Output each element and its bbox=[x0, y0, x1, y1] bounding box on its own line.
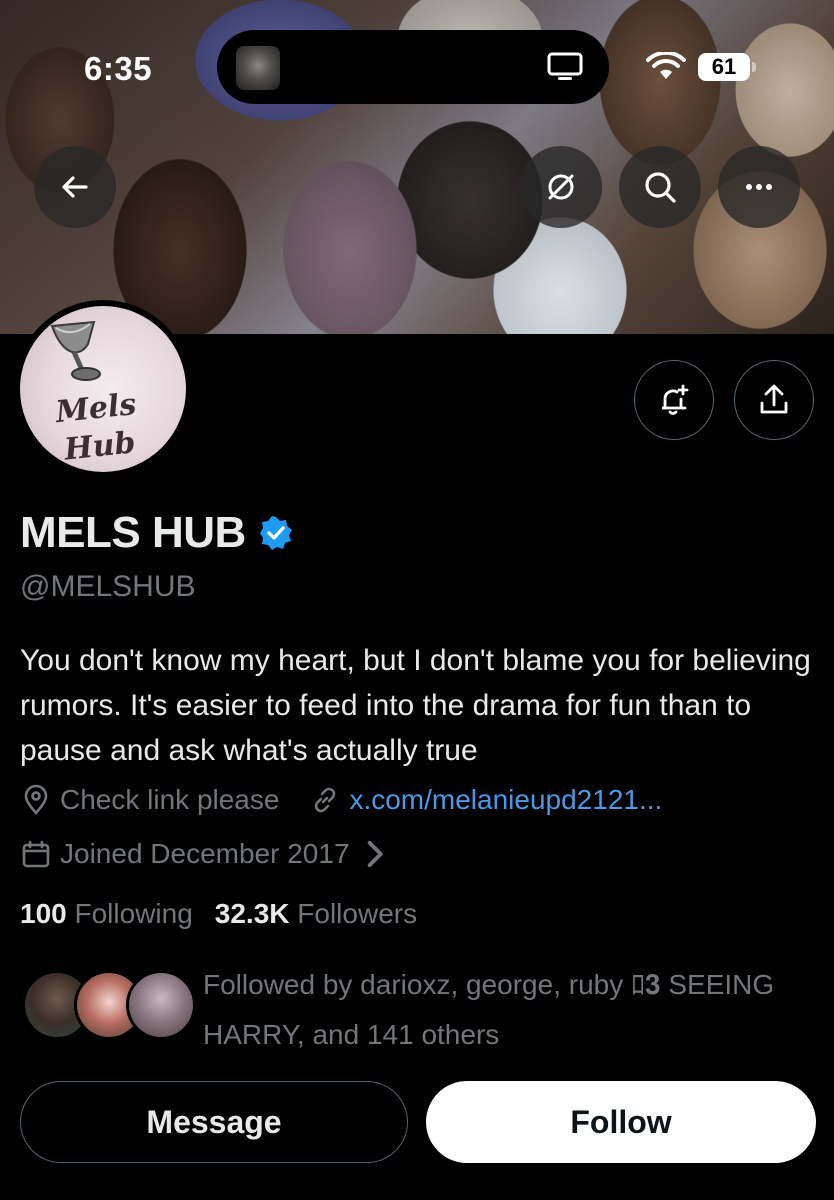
share-button[interactable] bbox=[734, 360, 814, 440]
follow-button[interactable]: Follow bbox=[426, 1081, 816, 1163]
grok-button[interactable] bbox=[520, 146, 602, 228]
profile-name-row: MELS HUB bbox=[20, 508, 294, 558]
verified-badge-icon[interactable] bbox=[258, 515, 294, 551]
location-pin-icon bbox=[24, 784, 48, 815]
dynamic-island bbox=[217, 30, 609, 104]
followers-label: Followers bbox=[297, 898, 418, 929]
grok-slash-icon bbox=[548, 174, 574, 200]
message-button[interactable]: Message bbox=[20, 1081, 408, 1163]
search-button[interactable] bbox=[619, 146, 701, 228]
mutual-avatar bbox=[126, 970, 196, 1040]
calendar-icon bbox=[22, 840, 50, 868]
following-label: Following bbox=[74, 898, 193, 929]
battery-indicator: 61 bbox=[698, 53, 756, 81]
profile-avatar[interactable]: Mels Hub bbox=[14, 300, 192, 478]
bell-plus-icon bbox=[662, 384, 689, 415]
more-dots-icon bbox=[746, 184, 772, 190]
goblet-icon bbox=[50, 320, 101, 381]
wifi-icon bbox=[646, 52, 686, 79]
follow-counts: 100 Following 32.3K Followers bbox=[20, 898, 417, 930]
status-time: 6:35 bbox=[84, 50, 153, 87]
followers-link[interactable]: 32.3K Followers bbox=[215, 898, 417, 929]
avatar-image: Mels Hub bbox=[20, 306, 186, 472]
followers-count: 32.3K bbox=[214, 898, 290, 929]
profile-name: MELS HUB bbox=[20, 508, 246, 557]
profile-bio: You don't know my heart, but I don't bla… bbox=[20, 644, 811, 767]
profile-location-row: Check link please x.com/melanieupd2121..… bbox=[20, 784, 662, 816]
following-count: 100 bbox=[20, 898, 67, 929]
link-icon bbox=[315, 787, 336, 813]
back-button[interactable] bbox=[34, 146, 116, 228]
avatar-lettering: Mels Hub bbox=[34, 384, 161, 472]
profile-joined-date: Joined December 2017 bbox=[60, 838, 350, 869]
tv-icon bbox=[547, 52, 583, 80]
notifications-button[interactable] bbox=[634, 360, 714, 440]
profile-website-link[interactable]: x.com/melanieupd2121... bbox=[349, 784, 662, 816]
now-playing-artwork bbox=[236, 46, 280, 90]
chevron-right-icon bbox=[367, 840, 383, 868]
share-icon bbox=[760, 384, 788, 414]
profile-joined-row[interactable]: Joined December 2017 bbox=[20, 838, 400, 870]
back-arrow-icon bbox=[62, 176, 88, 198]
following-link[interactable]: 100 Following bbox=[20, 898, 193, 929]
profile-location: Check link please bbox=[60, 784, 280, 815]
profile-handle: @MELSHUB bbox=[20, 570, 196, 603]
more-button[interactable] bbox=[718, 146, 800, 228]
mutual-followers-avatars[interactable] bbox=[22, 970, 196, 1042]
followed-by-text[interactable]: Followed by darioxz, george, ruby ﾛ𝟑 SEE… bbox=[203, 960, 823, 1060]
search-icon bbox=[645, 172, 676, 203]
